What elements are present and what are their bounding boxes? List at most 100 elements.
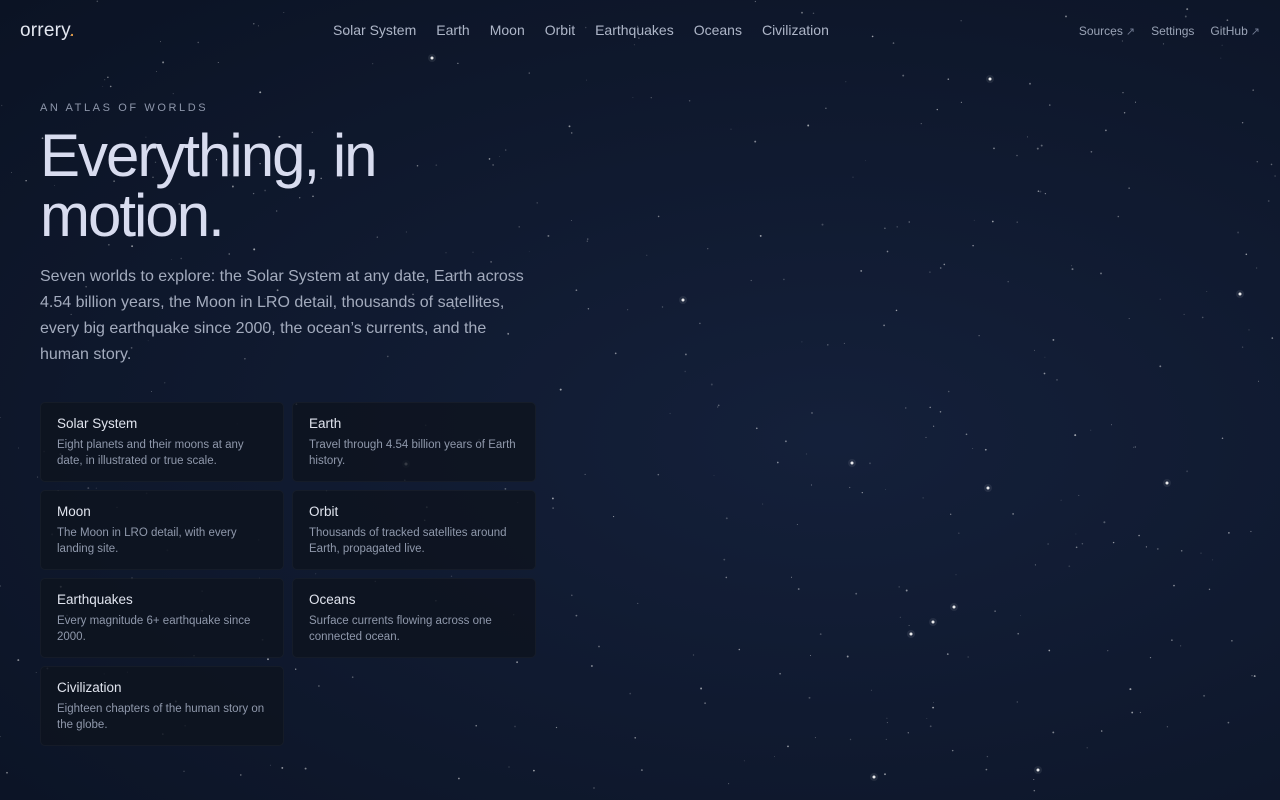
star bbox=[1248, 329, 1250, 331]
star bbox=[922, 497, 924, 499]
star bbox=[627, 309, 629, 311]
star bbox=[1034, 349, 1035, 351]
nav-link-civilization[interactable]: Civilization bbox=[752, 22, 839, 38]
bright-star bbox=[872, 775, 876, 779]
nav-link-moon[interactable]: Moon bbox=[480, 22, 535, 38]
star bbox=[928, 271, 931, 274]
star bbox=[1081, 543, 1084, 545]
star bbox=[884, 773, 886, 776]
card-description: Travel through 4.54 billion years of Ear… bbox=[309, 439, 516, 467]
star bbox=[1048, 649, 1051, 652]
star bbox=[1203, 694, 1206, 697]
star bbox=[1245, 253, 1248, 256]
star bbox=[791, 576, 792, 578]
star bbox=[951, 749, 954, 752]
star bbox=[886, 250, 889, 253]
hero-section: AN ATLAS OF WORLDS Everything, in motion… bbox=[40, 102, 540, 368]
star bbox=[692, 654, 695, 656]
utility-links: Sources ↗ Settings GitHub ↗ bbox=[1079, 24, 1260, 38]
brand-logo[interactable]: orrery. bbox=[20, 20, 75, 42]
nav-link-earthquakes[interactable]: Earthquakes bbox=[585, 22, 684, 38]
star bbox=[1145, 546, 1148, 548]
star bbox=[1052, 731, 1055, 734]
card-earthquakes[interactable]: Earthquakes Every magnitude 6+ earthquak… bbox=[40, 578, 284, 658]
star bbox=[986, 755, 989, 758]
star bbox=[183, 770, 185, 772]
star bbox=[1075, 533, 1077, 535]
star bbox=[547, 234, 550, 237]
card-civilization[interactable]: Civilization Eighteen chapters of the hu… bbox=[40, 666, 284, 746]
card-solar-system[interactable]: Solar System Eight planets and their moo… bbox=[40, 402, 284, 482]
star bbox=[614, 352, 617, 355]
star bbox=[1274, 175, 1276, 177]
star bbox=[846, 655, 849, 658]
card-description: Eight planets and their moons at any dat… bbox=[57, 439, 244, 467]
card-oceans[interactable]: Oceans Surface currents flowing across o… bbox=[292, 578, 536, 658]
card-title: Orbit bbox=[309, 504, 339, 519]
star bbox=[1086, 747, 1088, 749]
nav-link-solar-system[interactable]: Solar System bbox=[323, 22, 426, 38]
nav-link-orbit[interactable]: Orbit bbox=[535, 22, 585, 38]
star bbox=[164, 382, 166, 384]
nav-link-earth[interactable]: Earth bbox=[426, 22, 479, 38]
card-title: Oceans bbox=[309, 592, 356, 607]
card-description: Every magnitude 6+ earthquake since 2000… bbox=[57, 615, 251, 643]
star bbox=[559, 388, 562, 391]
star bbox=[1180, 550, 1183, 552]
star bbox=[1117, 215, 1120, 218]
star bbox=[994, 610, 996, 612]
star bbox=[725, 517, 728, 520]
star bbox=[1100, 730, 1103, 732]
card-orbit[interactable]: Orbit Thousands of tracked satellites ar… bbox=[292, 490, 536, 570]
star bbox=[1123, 112, 1126, 114]
star bbox=[1033, 779, 1035, 780]
star bbox=[902, 74, 905, 77]
bright-star bbox=[1238, 292, 1242, 296]
github-link[interactable]: GitHub ↗ bbox=[1210, 24, 1260, 38]
star bbox=[0, 585, 2, 587]
star bbox=[109, 85, 112, 88]
star bbox=[1134, 446, 1136, 448]
star bbox=[1016, 701, 1018, 703]
star bbox=[1107, 650, 1109, 652]
star bbox=[1049, 104, 1051, 106]
hero-headline: Everything, in motion. bbox=[40, 122, 378, 249]
card-description: The Moon in LRO detail, with every landi… bbox=[57, 527, 237, 555]
nav-link-oceans[interactable]: Oceans bbox=[684, 22, 752, 38]
star bbox=[1044, 356, 1046, 358]
star bbox=[779, 672, 781, 675]
bright-star bbox=[1165, 481, 1169, 485]
star bbox=[1017, 632, 1020, 635]
star bbox=[1071, 265, 1073, 267]
star bbox=[787, 745, 789, 748]
star bbox=[1047, 543, 1049, 545]
star bbox=[1040, 144, 1043, 147]
card-earth[interactable]: Earth Travel through 4.54 billion years … bbox=[292, 402, 536, 482]
sources-link[interactable]: Sources ↗ bbox=[1079, 24, 1135, 38]
sources-label: Sources bbox=[1078, 24, 1123, 38]
star bbox=[1133, 446, 1135, 448]
star bbox=[810, 655, 811, 657]
star bbox=[821, 223, 824, 226]
star bbox=[723, 558, 726, 561]
star bbox=[1, 104, 3, 107]
star bbox=[929, 406, 931, 409]
star bbox=[810, 484, 812, 486]
star bbox=[972, 448, 974, 449]
star bbox=[700, 687, 703, 690]
star bbox=[855, 592, 858, 595]
world-cards-grid: Solar System Eight planets and their moo… bbox=[40, 402, 536, 746]
star bbox=[776, 461, 779, 464]
star bbox=[725, 576, 728, 579]
star bbox=[716, 406, 719, 408]
star bbox=[1074, 434, 1077, 437]
settings-link[interactable]: Settings bbox=[1151, 24, 1194, 38]
star bbox=[1156, 547, 1159, 550]
star bbox=[759, 234, 762, 237]
star bbox=[657, 473, 660, 476]
card-moon[interactable]: Moon The Moon in LRO detail, with every … bbox=[40, 490, 284, 570]
star bbox=[457, 62, 459, 65]
star bbox=[259, 91, 262, 94]
star bbox=[860, 269, 863, 272]
card-title: Moon bbox=[57, 504, 91, 519]
